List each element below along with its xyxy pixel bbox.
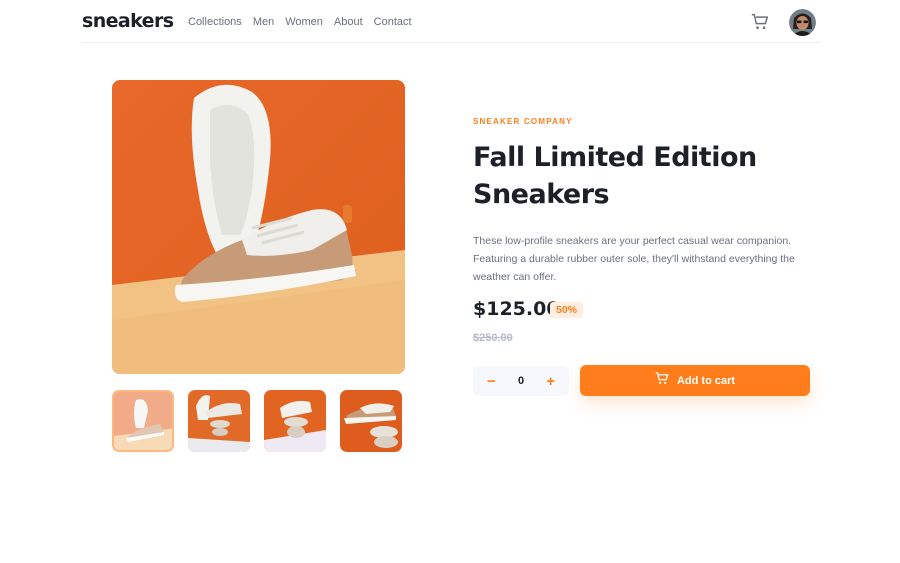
quantity-value: 0 [517,375,525,387]
nav-women[interactable]: Women [285,16,323,28]
decrease-quantity-button[interactable]: − [487,374,496,389]
product-description: These low-profile sneakers are your perf… [473,235,795,283]
thumbnail-4[interactable] [340,390,402,452]
brand-logo[interactable]: sneakers [82,10,174,32]
nav-collections[interactable]: Collections [188,16,242,28]
nav-men[interactable]: Men [253,16,274,28]
nav-about[interactable]: About [334,16,363,28]
site-header: sneakers Collections Men Women About Con… [82,0,820,43]
thumbnail-3[interactable] [264,390,326,452]
quantity-stepper: − 0 + [473,366,569,396]
nav-contact[interactable]: Contact [374,16,412,28]
current-price: $125.00 [473,298,560,320]
cart-icon [655,371,669,390]
add-to-cart-button[interactable]: Add to cart [580,365,810,396]
discount-badge: 50% [550,302,584,318]
company-name: SNEAKER COMPANY [473,117,573,126]
original-price: $250.00 [473,332,513,344]
increase-quantity-button[interactable]: + [546,374,555,389]
add-to-cart-label: Add to cart [676,374,736,387]
cart-icon[interactable] [751,13,769,31]
product-title: Fall Limited Edition Sneakers [473,142,757,210]
thumbnail-list [112,390,402,452]
thumbnail-2[interactable] [188,390,250,452]
product-main-image[interactable] [112,80,405,374]
user-avatar[interactable] [789,9,816,36]
main-nav: Collections Men Women About Contact [188,16,412,28]
thumbnail-1[interactable] [112,390,174,452]
